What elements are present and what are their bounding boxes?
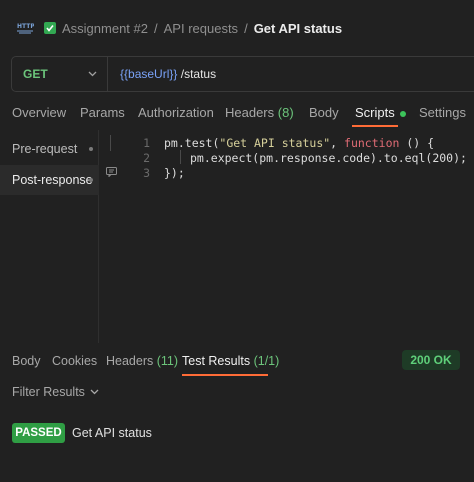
tab-body[interactable]: Body bbox=[309, 105, 339, 120]
breadcrumb-separator: / bbox=[244, 20, 248, 36]
url-variable: {{baseUrl}} bbox=[120, 67, 178, 81]
tab-label: Test Results bbox=[182, 354, 251, 368]
code-line-2: pm.expect(pm.response.code).to.eql(200); bbox=[190, 151, 467, 165]
tab-response-cookies[interactable]: Cookies bbox=[52, 354, 97, 368]
chevron-down-icon bbox=[88, 71, 97, 77]
code-token: pm.test( bbox=[164, 136, 220, 150]
comment-icon[interactable] bbox=[106, 167, 117, 177]
tab-count: (1/1) bbox=[253, 354, 280, 368]
active-tab-underline bbox=[182, 374, 268, 376]
tab-authorization[interactable]: Authorization bbox=[138, 105, 214, 120]
url-input[interactable]: {{baseUrl}} /status bbox=[120, 67, 216, 81]
tab-test-results[interactable]: Test Results (1/1) bbox=[182, 354, 279, 368]
line-number: 1 bbox=[143, 136, 150, 150]
tab-overview[interactable]: Overview bbox=[12, 105, 66, 120]
tab-response-headers[interactable]: Headers (11) bbox=[106, 354, 178, 368]
filter-results-dropdown[interactable]: Filter Results bbox=[12, 385, 99, 399]
status-badge[interactable]: 200 OK bbox=[402, 350, 460, 370]
collection-check-icon bbox=[44, 22, 56, 34]
sidebar-item-label: Post-response bbox=[12, 173, 93, 187]
code-keyword: function bbox=[344, 136, 400, 150]
line-number: 3 bbox=[143, 166, 150, 180]
tab-label: Headers bbox=[106, 354, 154, 368]
sidebar-item-label: Pre-request bbox=[12, 142, 78, 156]
code-line-1: pm.test("Get API status", function () { bbox=[164, 136, 434, 150]
scripts-sidebar: Pre-request Post-response bbox=[0, 130, 99, 343]
tab-count: (11) bbox=[156, 354, 179, 368]
http-request-icon: HTTP bbox=[16, 19, 34, 37]
tab-params[interactable]: Params bbox=[80, 105, 125, 120]
tab-headers-count: (8) bbox=[277, 105, 294, 120]
sidebar-item-post-response[interactable]: Post-response bbox=[0, 165, 99, 195]
breadcrumb: HTTP Assignment #2 / API requests / Get … bbox=[0, 0, 474, 56]
code-token: , bbox=[330, 136, 345, 150]
breadcrumb-collection[interactable]: Assignment #2 bbox=[62, 21, 148, 36]
tab-scripts-label: Scripts bbox=[355, 105, 395, 120]
filter-label: Filter Results bbox=[12, 385, 85, 399]
breadcrumb-folder[interactable]: API requests bbox=[164, 21, 238, 36]
code-string: "Get API status" bbox=[219, 136, 331, 150]
tab-response-body[interactable]: Body bbox=[12, 354, 41, 368]
status-dot-icon bbox=[89, 178, 93, 182]
script-editor[interactable]: 1 2 3 pm.test("Get API status", function… bbox=[100, 130, 474, 343]
url-path: /status bbox=[180, 67, 217, 81]
request-tabs: Overview Params Authorization Headers (8… bbox=[0, 100, 474, 127]
test-status-badge: PASSED bbox=[12, 423, 65, 443]
line-number: 2 bbox=[143, 151, 150, 165]
method-label: GET bbox=[23, 67, 48, 81]
svg-text:HTTP: HTTP bbox=[17, 23, 34, 30]
code-line-3: }); bbox=[164, 166, 185, 180]
chevron-down-icon bbox=[90, 389, 99, 395]
indent-guide bbox=[180, 150, 181, 164]
tab-scripts[interactable]: Scripts bbox=[355, 105, 406, 120]
tab-headers[interactable]: Headers (8) bbox=[225, 105, 294, 120]
url-bar: GET {{baseUrl}} /status bbox=[11, 56, 474, 92]
scripts-active-dot bbox=[399, 110, 406, 117]
status-dot-icon bbox=[89, 147, 93, 151]
indent-guide bbox=[110, 135, 111, 151]
active-tab-underline bbox=[352, 125, 398, 127]
code-token: () { bbox=[399, 136, 435, 150]
request-title[interactable]: Get API status bbox=[254, 21, 342, 36]
sidebar-item-pre-request[interactable]: Pre-request bbox=[0, 134, 99, 164]
tab-settings[interactable]: Settings bbox=[419, 105, 466, 120]
method-select[interactable]: GET bbox=[12, 57, 108, 91]
breadcrumb-separator: / bbox=[154, 20, 158, 36]
tab-headers-label: Headers bbox=[225, 105, 275, 120]
test-name: Get API status bbox=[72, 426, 152, 440]
